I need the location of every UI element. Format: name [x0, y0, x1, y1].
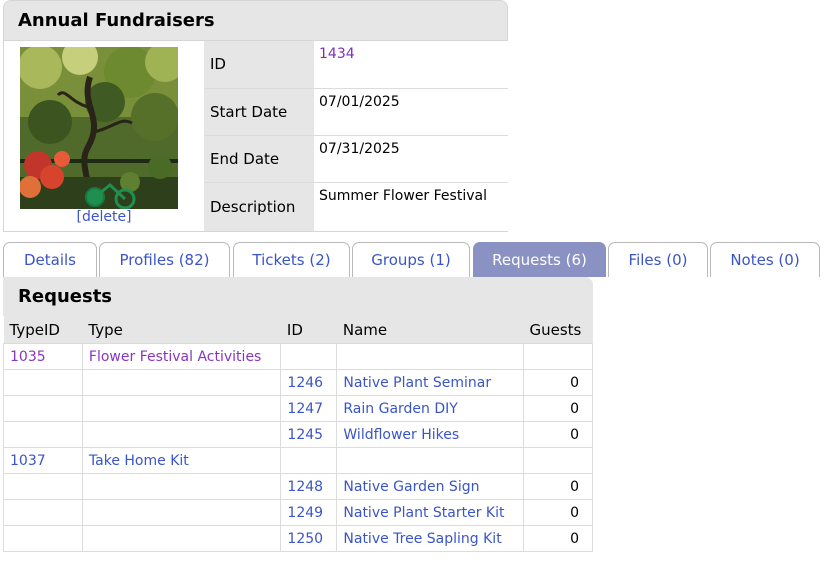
id-cell[interactable]: 1249	[280, 499, 338, 526]
info-row-start: Start Date 07/01/2025	[204, 88, 508, 136]
type-cell[interactable]: Flower Festival Activities	[81, 343, 282, 370]
type-cell[interactable]: Take Home Kit	[81, 447, 282, 474]
type-cell	[81, 421, 282, 448]
table-row: 1249 Native Plant Starter Kit 0	[3, 499, 594, 526]
table-row: 1247 Rain Garden DIY 0	[3, 395, 594, 422]
id-cell[interactable]: 1246	[280, 369, 338, 396]
requests-header-row: TypeID Type ID Name Guests	[3, 316, 593, 344]
guests-cell: 0	[522, 473, 594, 500]
id-label: ID	[204, 41, 314, 89]
tab-tickets[interactable]: Tickets (2)	[233, 242, 350, 277]
guests-cell	[522, 447, 594, 474]
requests-title: Requests	[3, 277, 593, 316]
typeid-cell	[3, 421, 83, 448]
id-cell[interactable]: 1245	[280, 421, 338, 448]
name-cell[interactable]: Native Tree Sapling Kit	[336, 525, 524, 552]
id-cell[interactable]: 1248	[280, 473, 338, 500]
fundraiser-info-table: ID 1434 Start Date 07/01/2025 End Date 0…	[204, 41, 508, 231]
type-cell	[81, 473, 282, 500]
description-label: Description	[204, 182, 314, 231]
table-row: 1035 Flower Festival Activities	[3, 343, 594, 370]
name-cell[interactable]: Native Plant Starter Kit	[336, 499, 524, 526]
tab-groups[interactable]: Groups (1)	[352, 242, 470, 277]
id-link[interactable]: 1434	[319, 46, 355, 62]
guests-cell: 0	[522, 395, 594, 422]
end-date-value: 07/31/2025	[314, 135, 508, 183]
delete-photo-link[interactable]: [delete]	[4, 209, 204, 225]
id-cell	[280, 447, 338, 474]
info-row-end: End Date 07/31/2025	[204, 135, 508, 183]
requests-panel: Requests TypeID Type ID Name Guests 1035…	[3, 277, 594, 552]
typeid-cell	[3, 525, 83, 552]
guests-cell	[522, 343, 594, 370]
typeid-cell	[3, 473, 83, 500]
id-cell	[280, 343, 338, 370]
guests-cell: 0	[522, 421, 594, 448]
fundraiser-card: Annual Fundraisers [delete] ID 1434 Star…	[3, 0, 508, 232]
table-row: 1245 Wildflower Hikes 0	[3, 421, 594, 448]
start-date-value: 07/01/2025	[314, 88, 508, 136]
col-typeid: TypeID	[3, 316, 83, 344]
info-row-description: Description Summer Flower Festival	[204, 182, 508, 231]
tab-requests[interactable]: Requests (6)	[473, 242, 606, 277]
table-row: 1246 Native Plant Seminar 0	[3, 369, 594, 396]
col-type: Type	[82, 316, 281, 344]
tab-details[interactable]: Details	[3, 242, 97, 277]
name-cell[interactable]: Wildflower Hikes	[336, 421, 524, 448]
type-cell	[81, 525, 282, 552]
typeid-cell	[3, 395, 83, 422]
typeid-cell	[3, 499, 83, 526]
type-cell	[81, 499, 282, 526]
table-row: 1250 Native Tree Sapling Kit 0	[3, 525, 594, 552]
id-value: 1434	[314, 41, 508, 89]
fundraiser-photo	[20, 47, 178, 209]
col-id: ID	[280, 316, 337, 344]
col-guests: Guests	[523, 316, 593, 344]
end-date-label: End Date	[204, 135, 314, 183]
name-cell	[336, 447, 524, 474]
table-row: 1248 Native Garden Sign 0	[3, 473, 594, 500]
type-cell	[81, 369, 282, 396]
info-row-id: ID 1434	[204, 41, 508, 89]
start-date-label: Start Date	[204, 88, 314, 136]
requests-table: TypeID Type ID Name Guests 1035 Flower F…	[3, 316, 594, 552]
name-cell[interactable]: Rain Garden DIY	[336, 395, 524, 422]
name-cell[interactable]: Native Garden Sign	[336, 473, 524, 500]
table-row: 1037 Take Home Kit	[3, 447, 594, 474]
typeid-cell[interactable]: 1037	[3, 447, 83, 474]
photo-cell: [delete]	[4, 41, 204, 231]
typeid-cell[interactable]: 1035	[3, 343, 83, 370]
name-cell[interactable]: Native Plant Seminar	[336, 369, 524, 396]
type-cell	[81, 395, 282, 422]
tab-notes[interactable]: Notes (0)	[710, 242, 820, 277]
fundraiser-details: [delete] ID 1434 Start Date 07/01/2025 E…	[3, 40, 508, 232]
col-name: Name	[336, 316, 524, 344]
guests-cell: 0	[522, 499, 594, 526]
guests-cell: 0	[522, 525, 594, 552]
tab-profiles[interactable]: Profiles (82)	[99, 242, 230, 277]
guests-cell: 0	[522, 369, 594, 396]
description-value: Summer Flower Festival	[314, 182, 508, 231]
name-cell	[336, 343, 524, 370]
tab-files[interactable]: Files (0)	[608, 242, 708, 277]
id-cell[interactable]: 1247	[280, 395, 338, 422]
page-title: Annual Fundraisers	[3, 0, 508, 40]
typeid-cell	[3, 369, 83, 396]
id-cell[interactable]: 1250	[280, 525, 338, 552]
